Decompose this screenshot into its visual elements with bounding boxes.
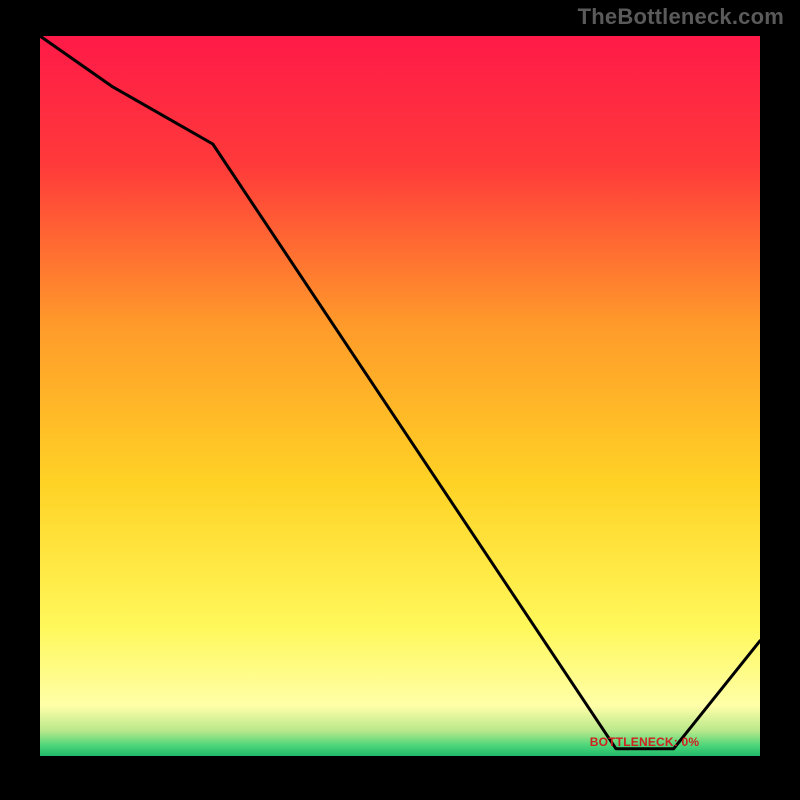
chart-svg bbox=[40, 36, 760, 756]
optimal-label: BOTTLENECK: 0% bbox=[590, 735, 699, 749]
plot-area: BOTTLENECK: 0% bbox=[40, 36, 760, 756]
brand-watermark: TheBottleneck.com bbox=[578, 4, 784, 30]
gradient-background bbox=[40, 36, 760, 756]
chart-frame: TheBottleneck.com BOTTLENECK: 0% bbox=[0, 0, 800, 800]
